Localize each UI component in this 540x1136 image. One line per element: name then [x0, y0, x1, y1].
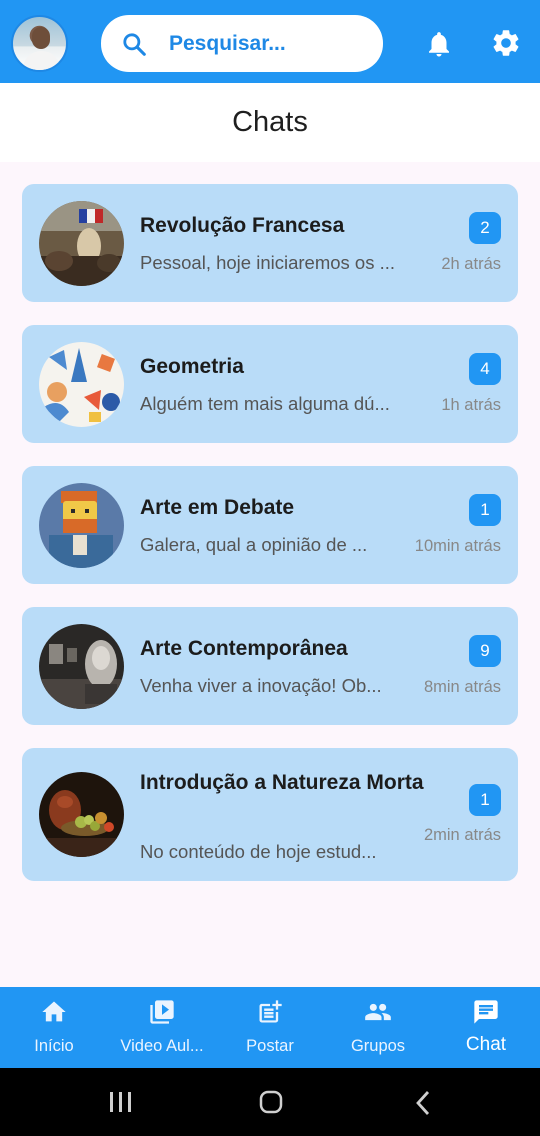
nav-label: Video Aul... — [120, 1037, 204, 1055]
chat-last-message: Alguém tem mais alguma dú... — [140, 393, 390, 414]
avatar[interactable] — [11, 15, 68, 72]
post-add-icon — [259, 1000, 282, 1023]
chat-list: Revolução Francesa Pessoal, hoje iniciar… — [22, 184, 518, 904]
groups-icon — [365, 1003, 391, 1021]
chat-last-message: Venha viver a inovação! Ob... — [140, 675, 382, 696]
notifications-bell-icon[interactable] — [424, 28, 454, 60]
search-placeholder: Pesquisar... — [169, 32, 286, 55]
chat-thumbnail-van-gogh-lego — [39, 483, 124, 568]
nav-item-postar[interactable]: Postar — [216, 987, 324, 1068]
nav-label: Chat — [465, 1034, 507, 1055]
unread-count-badge: 1 — [469, 784, 501, 816]
nav-item-chat[interactable]: Chat — [432, 987, 540, 1068]
video-library-icon — [150, 1000, 174, 1024]
page-title: Chats — [232, 106, 308, 138]
unread-count-badge: 4 — [469, 353, 501, 385]
back-icon[interactable] — [414, 1090, 432, 1116]
unread-count-badge: 2 — [469, 212, 501, 244]
chat-timestamp: 2h atrás — [441, 255, 501, 273]
chat-last-message: No conteúdo de hoje estud... — [140, 841, 377, 862]
unread-count-badge: 9 — [469, 635, 501, 667]
chat-timestamp: 10min atrás — [414, 537, 501, 555]
nav-label: Grupos — [350, 1037, 406, 1055]
chat-thumbnail-still-life-fruit — [39, 772, 124, 857]
home-icon — [42, 1001, 66, 1022]
avatar-shirt — [23, 51, 60, 70]
chat-name: Introdução a Natureza Morta — [140, 771, 424, 794]
app-screen: Pesquisar... Chats Revolução Francesa Pe… — [0, 0, 540, 1136]
chat-thumbnail-gallery-room — [39, 624, 124, 709]
nav-label: Postar — [246, 1037, 294, 1055]
bottom-navigation-bar: Início Video Aul... Postar Grupos Chat — [0, 987, 540, 1068]
avatar-head — [32, 27, 50, 49]
chat-item-revolucao-francesa[interactable]: Revolução Francesa Pessoal, hoje iniciar… — [22, 184, 518, 302]
chat-name: Revolução Francesa — [140, 214, 345, 237]
nav-item-inicio[interactable]: Início — [0, 987, 108, 1068]
chat-timestamp: 1h atrás — [441, 396, 501, 414]
chat-timestamp: 2min atrás — [423, 826, 501, 844]
search-icon — [123, 33, 146, 56]
chat-icon — [474, 1000, 498, 1024]
chat-name: Arte em Debate — [140, 496, 295, 519]
settings-gear-icon[interactable] — [490, 27, 522, 59]
search-input[interactable]: Pesquisar... — [101, 15, 383, 72]
nav-item-video-aulas[interactable]: Video Aul... — [108, 987, 216, 1068]
chat-last-message: Galera, qual a opinião de ... — [140, 534, 368, 555]
chat-item-arte-contemporanea[interactable]: Arte Contemporânea Venha viver a inovaçã… — [22, 607, 518, 725]
chat-item-geometria[interactable]: Geometria Alguém tem mais alguma dú... 4… — [22, 325, 518, 443]
nav-item-grupos[interactable]: Grupos — [324, 987, 432, 1068]
chat-last-message: Pessoal, hoje iniciaremos os ... — [140, 252, 396, 273]
chat-thumbnail-liberty-painting — [39, 201, 124, 286]
chat-item-arte-em-debate[interactable]: Arte em Debate Galera, qual a opinião de… — [22, 466, 518, 584]
nav-label: Início — [34, 1037, 74, 1055]
chat-name: Arte Contemporânea — [140, 637, 348, 660]
chat-item-natureza-morta[interactable]: Introdução a Natureza Morta No conteúdo … — [22, 748, 518, 881]
unread-count-badge: 1 — [469, 494, 501, 526]
chat-timestamp: 8min atrás — [423, 678, 501, 696]
title-bar: Chats — [0, 83, 540, 162]
home-button-icon[interactable] — [259, 1090, 283, 1114]
system-navigation-bar — [0, 1068, 540, 1136]
top-app-bar: Pesquisar... — [0, 0, 540, 83]
chat-thumbnail-geometry-shapes — [39, 342, 124, 427]
chat-name: Geometria — [140, 355, 244, 378]
recent-apps-icon[interactable] — [108, 1090, 134, 1114]
